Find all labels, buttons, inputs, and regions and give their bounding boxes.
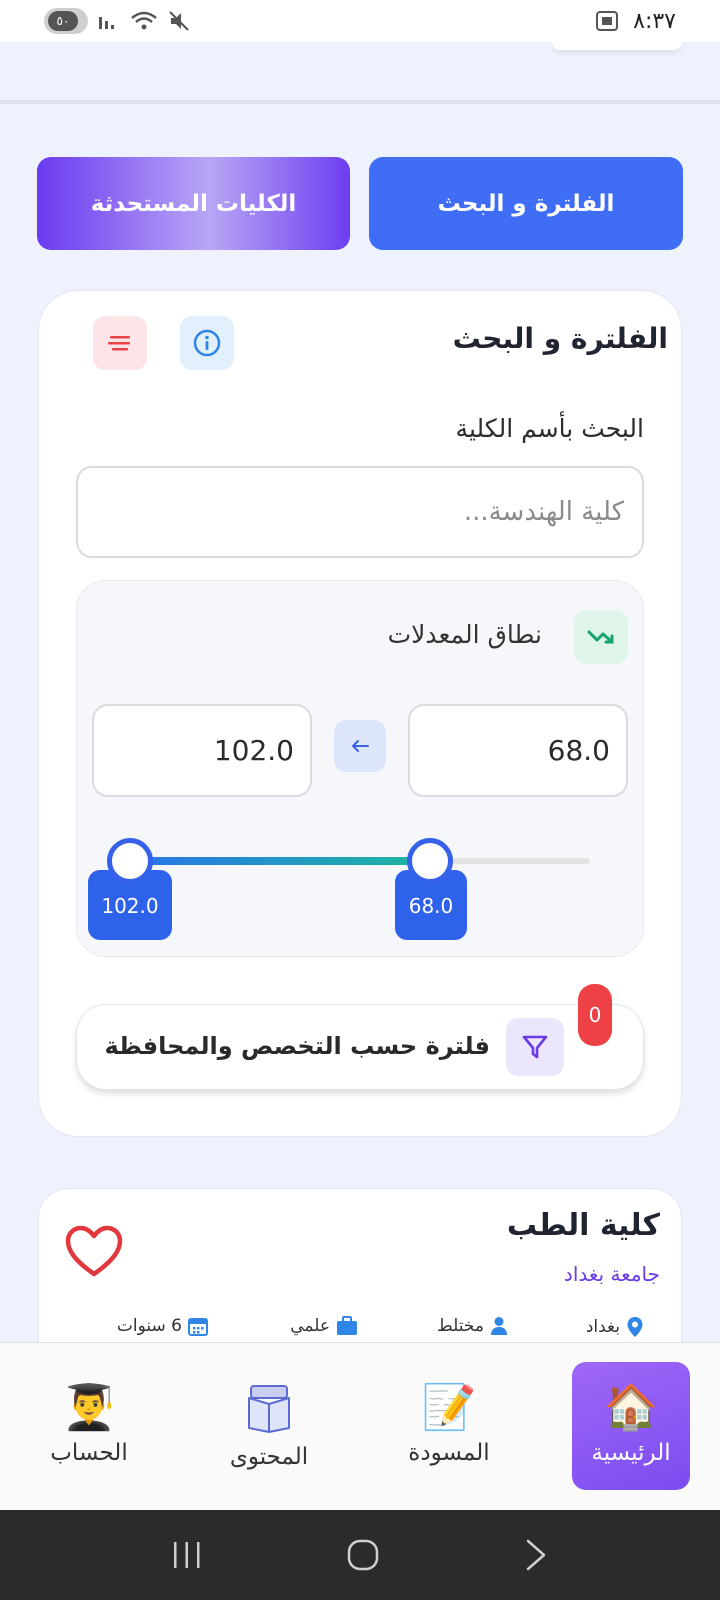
location-pin-icon	[627, 1317, 643, 1337]
graduate-icon: 👨‍🎓	[61, 1382, 117, 1433]
college-duration-text: 6 سنوات	[116, 1316, 182, 1336]
pull-handle[interactable]	[552, 42, 682, 50]
tab-new-colleges-label: الكليات المستحدثة	[90, 190, 297, 217]
info-button[interactable]	[180, 316, 234, 370]
min-gpa-value: 68.0	[547, 734, 610, 767]
nav-drafts[interactable]: 📝 المسودة	[390, 1362, 508, 1490]
mute-icon	[169, 11, 189, 31]
slider-max-handle[interactable]	[107, 838, 153, 884]
gpa-range-title: نطاق المعدلات	[387, 620, 542, 649]
search-label: البحث بأسم الكلية	[455, 414, 644, 443]
college-name: كلية الطب	[506, 1208, 660, 1243]
tab-new-colleges[interactable]: الكليات المستحدثة	[37, 157, 350, 250]
slider-min-handle[interactable]	[407, 838, 453, 884]
back-chevron-icon[interactable]	[523, 1538, 549, 1572]
status-bar: ٥٠ ٨:٣٧	[0, 0, 720, 42]
min-gpa-field[interactable]: 68.0	[408, 704, 628, 797]
sort-lines-icon	[108, 336, 130, 351]
system-navigation-bar	[0, 1510, 720, 1600]
status-indicators: ٥٠	[44, 8, 190, 34]
person-icon	[491, 1317, 507, 1335]
nav-home[interactable]: 🏠 الرئيسية	[572, 1362, 690, 1490]
screenshot-icon	[596, 11, 619, 31]
college-city: بغداد	[586, 1316, 644, 1338]
briefcase-icon	[337, 1316, 357, 1335]
book-icon	[248, 1385, 290, 1433]
battery-icon: ٥٠	[44, 8, 88, 34]
status-time: ٨:٣٧	[633, 8, 676, 34]
college-branch-text: علمي	[290, 1316, 330, 1336]
trend-icon	[574, 610, 628, 664]
college-city-text: بغداد	[585, 1317, 620, 1337]
tab-filter-search-label: الفلترة و البحث	[437, 190, 615, 217]
signal-icon	[99, 17, 114, 29]
nav-account[interactable]: 👨‍🎓 الحساب	[30, 1362, 148, 1490]
college-search-input[interactable]	[76, 466, 644, 558]
college-branch: علمي	[290, 1316, 358, 1336]
max-gpa-field[interactable]: 102.0	[92, 704, 312, 797]
specialty-filter-label: فلترة حسب التخصص والمحافظة	[104, 1032, 490, 1060]
range-slider-fill	[130, 857, 430, 865]
wifi-icon	[131, 11, 157, 30]
battery-level: ٥٠	[48, 11, 78, 31]
max-gpa-value: 102.0	[213, 734, 294, 767]
home-circle-icon[interactable]	[346, 1538, 380, 1572]
filter-card-title: الفلترة و البحث	[452, 322, 668, 355]
tab-filter-search[interactable]: الفلترة و البحث	[369, 157, 683, 250]
college-gender-text: مختلط	[437, 1316, 484, 1336]
college-gender: مختلط	[437, 1316, 508, 1336]
filter-count-badge: 0	[578, 984, 612, 1046]
pencil-memo-icon: 📝	[421, 1382, 477, 1433]
status-time-group: ٨:٣٧	[595, 9, 676, 34]
recents-icon[interactable]	[171, 1540, 203, 1570]
calendar-icon	[188, 1318, 208, 1336]
header-divider	[0, 100, 720, 104]
funnel-icon	[506, 1018, 564, 1076]
nav-account-label: الحساب	[50, 1440, 128, 1466]
nav-home-label: الرئيسية	[591, 1440, 671, 1466]
info-icon	[193, 329, 221, 357]
nav-content[interactable]: المحتوى	[210, 1362, 328, 1490]
home-icon: 🏠	[603, 1382, 659, 1433]
clear-sort-button[interactable]	[93, 316, 147, 370]
college-duration: 6 سنوات	[117, 1316, 208, 1336]
arrow-left-icon	[334, 720, 386, 772]
favorite-heart-icon[interactable]	[64, 1224, 124, 1280]
nav-drafts-label: المسودة	[408, 1440, 490, 1466]
college-university: جامعة بغداد	[563, 1262, 660, 1286]
nav-content-label: المحتوى	[229, 1444, 309, 1470]
